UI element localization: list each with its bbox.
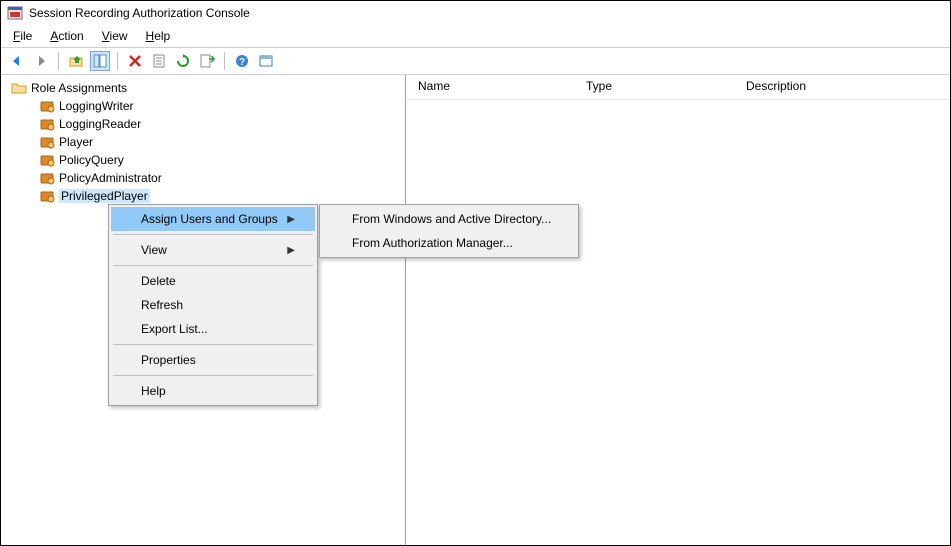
delete-button[interactable] — [125, 51, 145, 71]
role-icon — [39, 116, 55, 132]
tree-item-label: LoggingReader — [59, 117, 141, 131]
ctx-label: Assign Users and Groups — [141, 212, 278, 226]
ctx-from-windows-ad[interactable]: From Windows and Active Directory... — [322, 207, 576, 231]
ctx-separator — [113, 375, 313, 376]
role-icon — [39, 188, 55, 204]
ctx-label: Export List... — [141, 322, 208, 336]
ctx-label: Delete — [141, 274, 176, 288]
forward-button[interactable] — [31, 51, 51, 71]
tree-item-label: Player — [59, 135, 93, 149]
ctx-separator — [113, 344, 313, 345]
refresh-button[interactable] — [173, 51, 193, 71]
role-icon — [39, 170, 55, 186]
ctx-label: Refresh — [141, 298, 183, 312]
tree-item-player[interactable]: Player — [37, 133, 405, 151]
ctx-label: From Authorization Manager... — [352, 236, 513, 250]
context-submenu-assign: From Windows and Active Directory... Fro… — [319, 204, 579, 258]
ctx-separator — [113, 234, 313, 235]
menu-action-rest: ction — [58, 29, 83, 43]
properties-button[interactable] — [149, 51, 169, 71]
menu-help-rest: elp — [154, 29, 170, 43]
submenu-arrow-icon: ▶ — [287, 245, 295, 256]
toolbar-separator — [117, 52, 118, 70]
ctx-label: View — [141, 243, 167, 257]
show-hide-tree-button[interactable] — [90, 51, 110, 71]
ctx-view[interactable]: View ▶ — [111, 238, 315, 262]
toolbar-separator — [58, 52, 59, 70]
back-button[interactable] — [7, 51, 27, 71]
tree-item-label: LoggingWriter — [59, 99, 133, 113]
column-name[interactable]: Name — [406, 79, 586, 93]
tree-item-loggingwriter[interactable]: LoggingWriter — [37, 97, 405, 115]
role-icon — [39, 98, 55, 114]
list-header: Name Type Description — [406, 75, 950, 100]
help-button[interactable]: ? — [232, 51, 252, 71]
tree-root: Role Assignments LoggingWriter LoggingRe… — [1, 79, 405, 205]
ctx-label: Properties — [141, 353, 196, 367]
tree-root-label: Role Assignments — [31, 81, 127, 95]
ctx-label: From Windows and Active Directory... — [352, 212, 551, 226]
toolbar-separator — [224, 52, 225, 70]
ctx-properties[interactable]: Properties — [111, 348, 315, 372]
role-icon — [39, 134, 55, 150]
tree-item-policyadministrator[interactable]: PolicyAdministrator — [37, 169, 405, 187]
tree-item-policyquery[interactable]: PolicyQuery — [37, 151, 405, 169]
tree-item-label: PolicyAdministrator — [59, 171, 162, 185]
ctx-refresh[interactable]: Refresh — [111, 293, 315, 317]
export-button[interactable] — [197, 51, 217, 71]
menubar: File Action View Help — [1, 25, 950, 48]
app-icon — [7, 5, 23, 21]
menu-action[interactable]: Action — [42, 27, 91, 45]
menu-file-rest: ile — [20, 29, 32, 43]
tree-item-loggingreader[interactable]: LoggingReader — [37, 115, 405, 133]
app-window: Session Recording Authorization Console … — [0, 0, 951, 546]
menu-view-rest: iew — [110, 29, 128, 43]
ctx-delete[interactable]: Delete — [111, 269, 315, 293]
ctx-separator — [113, 265, 313, 266]
svg-text:?: ? — [239, 57, 245, 68]
ctx-assign-users-groups[interactable]: Assign Users and Groups ▶ — [111, 207, 315, 231]
column-description[interactable]: Description — [746, 79, 950, 93]
assign-button[interactable] — [256, 51, 276, 71]
role-icon — [39, 152, 55, 168]
window-title: Session Recording Authorization Console — [29, 6, 250, 20]
toolbar: ? — [1, 48, 950, 75]
tree-item-privilegedplayer[interactable]: PrivilegedPlayer — [37, 187, 405, 205]
ctx-help[interactable]: Help — [111, 379, 315, 403]
tree-item-label: PrivilegedPlayer — [59, 189, 150, 203]
column-type[interactable]: Type — [586, 79, 746, 93]
submenu-arrow-icon: ▶ — [287, 214, 295, 225]
ctx-export-list[interactable]: Export List... — [111, 317, 315, 341]
up-button[interactable] — [66, 51, 86, 71]
menu-view[interactable]: View — [94, 27, 136, 45]
folder-icon — [11, 80, 27, 96]
tree-root-node[interactable]: Role Assignments — [9, 79, 405, 97]
titlebar: Session Recording Authorization Console — [1, 1, 950, 25]
menu-file[interactable]: File — [5, 27, 40, 45]
ctx-label: Help — [141, 384, 166, 398]
ctx-from-authz-manager[interactable]: From Authorization Manager... — [322, 231, 576, 255]
context-menu: Assign Users and Groups ▶ View ▶ Delete … — [108, 204, 318, 406]
tree-children: LoggingWriter LoggingReader Player — [9, 97, 405, 205]
tree-item-label: PolicyQuery — [59, 153, 124, 167]
menu-help[interactable]: Help — [138, 27, 179, 45]
list-pane: Name Type Description — [406, 75, 950, 545]
